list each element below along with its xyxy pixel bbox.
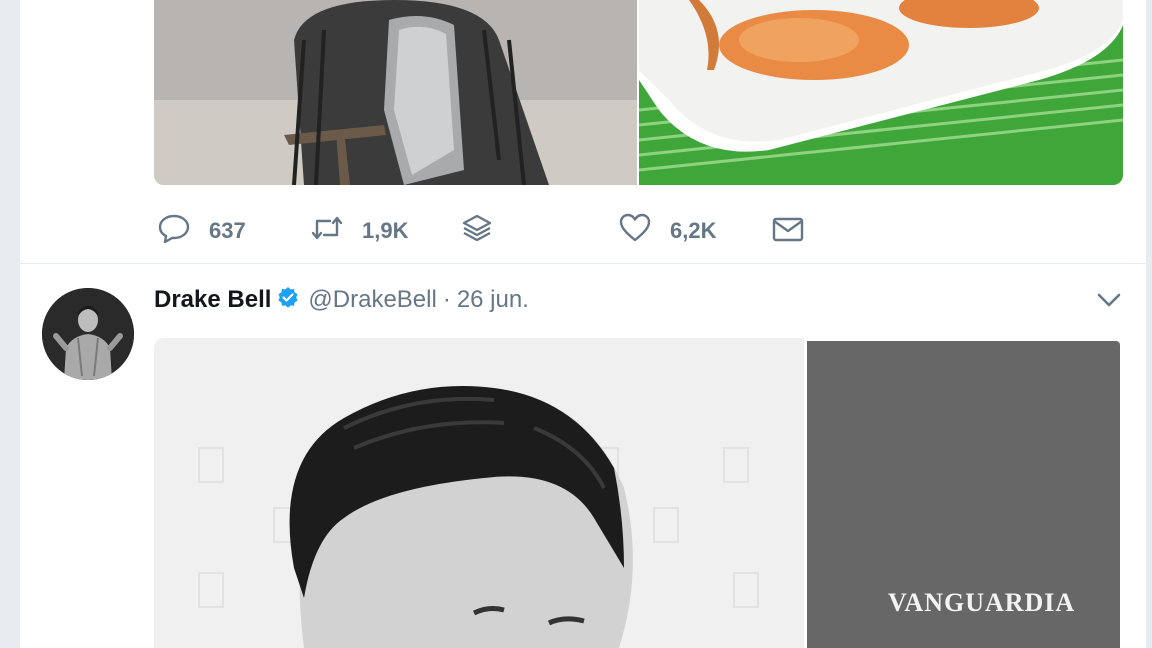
armor-photo[interactable] <box>154 0 637 185</box>
like-button[interactable]: 6,2K <box>618 211 716 250</box>
tweet-divider <box>20 263 1146 264</box>
author-handle[interactable]: @DrakeBell <box>308 286 436 314</box>
direct-message-button[interactable] <box>771 212 805 251</box>
retweet-button[interactable]: 1,9K <box>310 211 408 250</box>
avatar[interactable] <box>42 288 134 380</box>
chicken-wings-photo[interactable] <box>639 0 1123 185</box>
verified-badge-icon <box>271 286 300 315</box>
chevron-down-icon[interactable] <box>1095 288 1123 312</box>
watermark-logo: VANGUARDIA <box>888 588 1076 617</box>
envelope-icon <box>771 212 805 251</box>
stack-icon <box>460 211 494 250</box>
separator-dot: · <box>442 286 451 313</box>
reply-button[interactable]: 637 <box>157 211 246 250</box>
like-count: 6,2K <box>670 217 717 243</box>
heart-icon <box>618 211 652 250</box>
tweet-header: Drake Bell @DrakeBell · 26 jun. <box>154 284 529 316</box>
stack-button[interactable] <box>460 211 494 250</box>
reply-count: 637 <box>209 217 246 243</box>
tweet-date[interactable]: 26 jun. <box>457 286 529 314</box>
retweet-icon <box>310 211 344 250</box>
portrait-photo[interactable] <box>154 338 804 648</box>
retweet-count: 1,9K <box>362 217 409 243</box>
author-name[interactable]: Drake Bell <box>154 286 271 314</box>
reply-icon <box>157 211 191 250</box>
